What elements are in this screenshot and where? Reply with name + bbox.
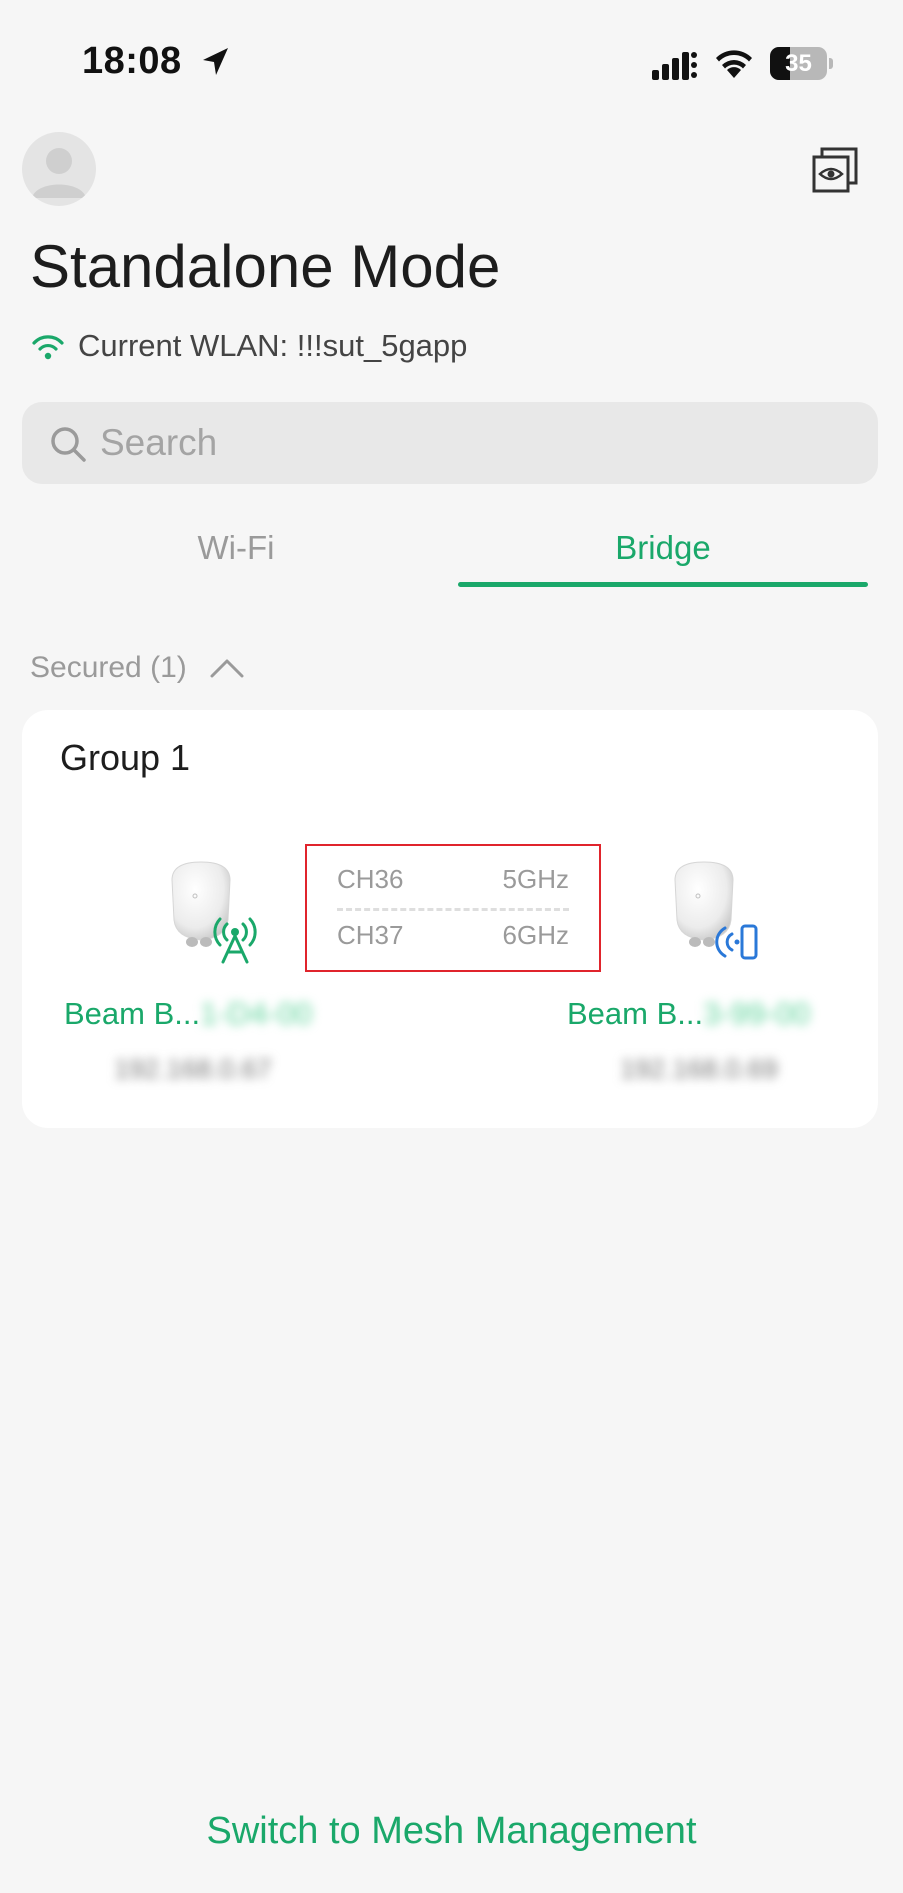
wifi-status-icon [716,50,752,78]
status-time: 18:08 [82,40,182,82]
group-card[interactable]: Group 1 CH36 5GHz CH37 6GHz Beam B...1-D… [22,710,878,1128]
channel-band: 6GHz [502,920,569,950]
battery-indicator: 35 [770,47,833,80]
secured-section-label: Secured (1) [30,651,187,684]
device-name-text: Beam B... [64,996,201,1031]
battery-nub [829,58,833,69]
switch-to-mesh-button[interactable]: Switch to Mesh Management [0,1810,903,1853]
channel-row: CH36 5GHz [337,864,569,898]
search-icon [51,427,86,462]
page-title: Standalone Mode [30,233,501,300]
tab-active-indicator [458,582,868,587]
antenna-icon [213,917,257,964]
battery-percentage: 35 [785,50,812,77]
secured-section-header[interactable]: Secured (1) [30,645,245,691]
cellular-signal-icon [652,52,697,80]
channel-divider [337,908,569,911]
device-left[interactable] [152,860,262,970]
view-devices-icon[interactable] [810,146,860,196]
device-ip-left: 192.168.0.67 [114,1054,272,1084]
user-avatar-icon [32,148,86,198]
device-name-suffix: 3-99-00 [703,996,810,1031]
channel-number: CH36 [337,864,404,894]
channel-info-box: CH36 5GHz CH37 6GHz [305,844,601,972]
location-arrow-icon [203,48,228,75]
device-name-suffix: 1-D4-00 [200,996,313,1031]
device-right[interactable] [655,860,765,970]
device-name-text: Beam B... [567,996,704,1031]
wifi-icon [32,335,64,360]
chevron-up-icon[interactable] [209,656,245,680]
battery-body: 35 [770,47,827,80]
avatar[interactable] [22,132,96,206]
channel-number: CH37 [337,920,404,950]
status-bar: 18:08 35 [0,0,903,120]
app-screen: 18:08 35 Standalone Mode Current WLAN: !… [0,0,903,1893]
device-name-right[interactable]: Beam B...3-99-00 [567,996,810,1040]
current-wlan-label: Current WLAN: !!!sut_5gapp [78,328,468,363]
device-ip-right: 192.168.0.69 [620,1054,778,1084]
search-bar[interactable] [22,402,878,484]
current-wlan-row: Current WLAN: !!!sut_5gapp [30,326,467,366]
channel-row: CH37 6GHz [337,920,569,954]
tab-wifi[interactable]: Wi-Fi [22,520,450,590]
bridge-client-icon [715,924,758,960]
group-title: Group 1 [60,737,191,778]
device-name-left[interactable]: Beam B...1-D4-00 [64,996,312,1040]
search-input[interactable] [100,402,840,484]
tab-bridge[interactable]: Bridge [458,520,868,590]
channel-band: 5GHz [502,864,569,894]
